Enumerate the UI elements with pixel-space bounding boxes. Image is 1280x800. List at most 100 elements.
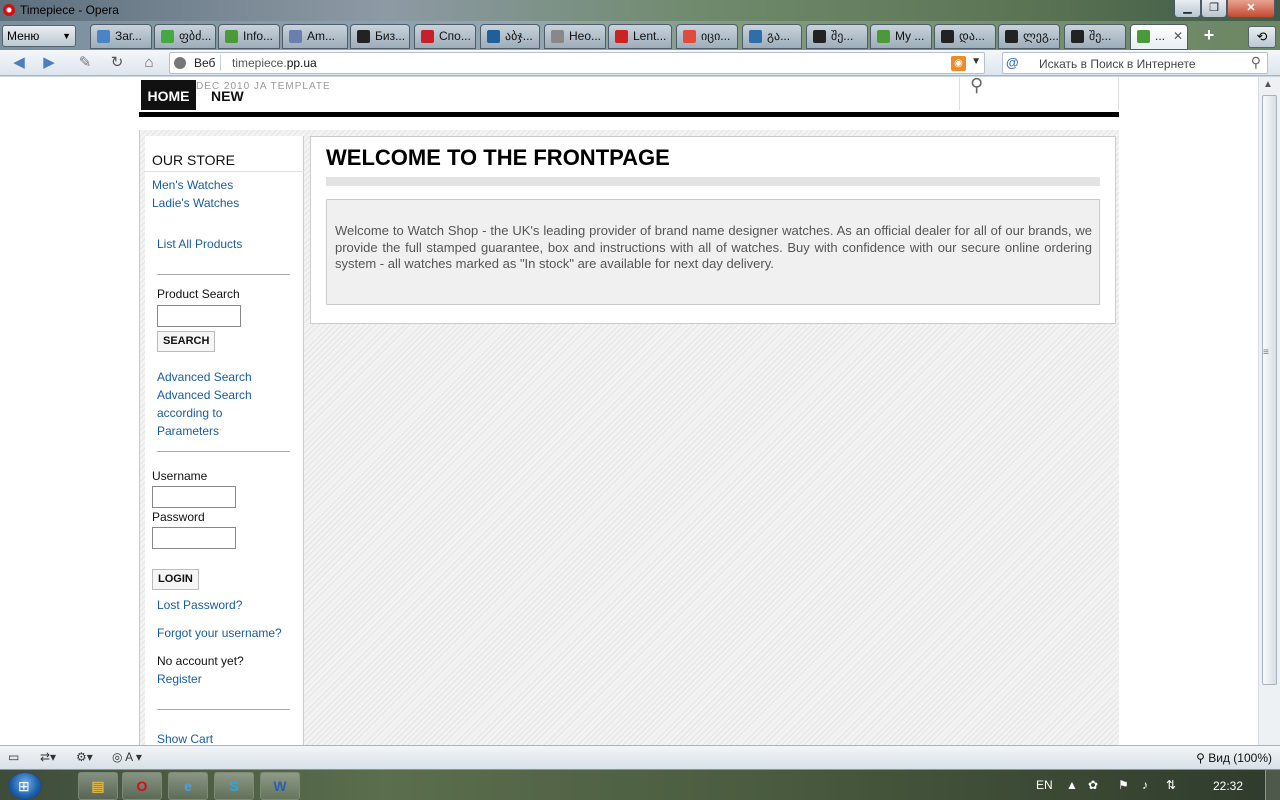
close-tab-icon[interactable]: ✕ <box>1173 25 1183 47</box>
rss-icon[interactable]: ◉ <box>951 56 966 71</box>
chevron-down-icon: ▼ <box>62 31 71 41</box>
turbo-icon[interactable]: ◎ A ▾ <box>112 750 142 764</box>
site-search-icon[interactable]: ⚲ <box>970 77 983 96</box>
login-button[interactable]: LOGIN <box>152 569 199 590</box>
browser-tab[interactable]: Lent... <box>608 24 672 49</box>
browser-tab[interactable]: Спо... <box>414 24 476 49</box>
tray-expand-icon[interactable]: ▲ <box>1066 778 1078 792</box>
link-list-all-products[interactable]: List All Products <box>157 237 242 251</box>
link-forgot-username[interactable]: Forgot your username? <box>157 626 282 640</box>
browser-tab[interactable]: Нео... <box>544 24 606 49</box>
browser-tab[interactable]: Info... <box>218 24 280 49</box>
link-advanced-search[interactable]: Advanced Search <box>157 370 252 384</box>
show-desktop-button[interactable] <box>1265 770 1280 800</box>
close-window-button[interactable]: ✕ <box>1227 0 1275 18</box>
minimize-button[interactable]: ▁ <box>1174 0 1201 18</box>
start-button[interactable]: ⊞ <box>8 772 42 800</box>
nav-home[interactable]: HOME <box>141 80 196 110</box>
address-bar[interactable]: Веб timepiece.pp.ua ◉ ▼ <box>169 52 985 74</box>
sidebar: OUR STORE Men's Watches Ladie's Watches … <box>145 136 304 745</box>
edit-icon[interactable]: ✎ <box>74 53 96 73</box>
username-input[interactable] <box>152 486 236 508</box>
maximize-button[interactable]: ❐ <box>1201 0 1227 18</box>
search-engine-icon[interactable]: @ <box>1006 55 1019 70</box>
tab-label: Нео... <box>569 29 602 43</box>
forward-icon[interactable]: ▶ <box>38 53 60 73</box>
panel-toggle-icon[interactable]: ▭ <box>8 750 19 764</box>
tab-label: My ... <box>895 29 925 43</box>
ie-taskbar-button[interactable]: e <box>168 772 208 800</box>
browser-tab[interactable]: შე... <box>806 24 868 49</box>
browser-tab[interactable]: იცი... <box>676 24 738 49</box>
unite-icon[interactable]: ⚙▾ <box>76 750 93 764</box>
password-input[interactable] <box>152 527 236 549</box>
scroll-up-icon[interactable]: ▲ <box>1263 79 1273 90</box>
word-taskbar-button[interactable]: W <box>260 772 300 800</box>
address-toolbar: ◀ ▶ ✎ ↻ ⌂ Веб timepiece.pp.ua ◉ ▼ @ Иска… <box>0 50 1280 76</box>
username-label: Username <box>152 469 208 483</box>
browser-tab[interactable]: შე... <box>1064 24 1126 49</box>
search-icon[interactable]: ⚲ <box>1251 54 1261 71</box>
language-indicator[interactable]: EN <box>1036 778 1053 792</box>
link-advanced-params-1[interactable]: Advanced Search <box>157 388 252 402</box>
browser-tab[interactable]: გა... <box>742 24 802 49</box>
browser-tab[interactable]: ... ✕ <box>1130 24 1188 50</box>
link-register[interactable]: Register <box>157 672 202 686</box>
main-content: WELCOME TO THE FRONTPAGE Welcome to Watc… <box>310 136 1116 324</box>
nav-new[interactable]: NEW <box>211 80 244 110</box>
search-placeholder: Искать в Поиск в Интернете <box>1039 57 1196 71</box>
vertical-scrollbar[interactable]: ▲ ≡ <box>1258 77 1280 745</box>
google-icon <box>683 30 696 43</box>
opera-taskbar-button[interactable]: O <box>122 772 162 800</box>
link-mens-watches[interactable]: Men's Watches <box>152 178 233 192</box>
browser-tab[interactable]: Биз... <box>350 24 410 49</box>
network-icon[interactable]: ⇅ <box>1166 778 1176 792</box>
browser-tab[interactable]: ლეგ... <box>998 24 1060 49</box>
page-viewport: DEC 2010 JA TEMPLATE HOME NEW ⚲ OUR STOR… <box>0 77 1258 745</box>
browser-tab[interactable]: Заг... <box>90 24 152 49</box>
product-search-input[interactable] <box>157 305 241 327</box>
tab-label: Спо... <box>439 29 471 43</box>
browser-tab[interactable]: ფბძ... <box>154 24 216 49</box>
lenta-icon <box>615 30 628 43</box>
chevron-down-icon[interactable]: ▼ <box>971 56 981 67</box>
scrollbar-thumb[interactable] <box>1262 95 1277 685</box>
action-center-icon[interactable]: ⚑ <box>1118 778 1129 792</box>
wordpress-icon <box>813 30 826 43</box>
volume-icon[interactable]: ♪ <box>1142 778 1148 792</box>
windows-logo-icon: ⊞ <box>18 778 30 794</box>
explorer-taskbar-button[interactable]: ▤ <box>78 772 118 800</box>
taskbar-clock[interactable]: 22:32 <box>1213 779 1243 793</box>
tab-label: შე... <box>831 29 854 43</box>
browser-tab[interactable]: და... <box>934 24 996 49</box>
skype-taskbar-button[interactable]: S <box>214 772 254 800</box>
opera-logo-icon <box>3 4 15 16</box>
new-tab-button[interactable]: + <box>1196 26 1222 46</box>
g-icon <box>161 30 174 43</box>
reload-icon[interactable]: ↻ <box>106 53 128 73</box>
opera-menu-button[interactable]: Меню ▼ <box>2 25 76 47</box>
site-header: DEC 2010 JA TEMPLATE HOME NEW ⚲ <box>139 77 1119 117</box>
tray-app-icon[interactable]: ✿ <box>1088 778 1098 792</box>
tab-label: ლეგ... <box>1023 29 1059 43</box>
link-ladies-watches[interactable]: Ladie's Watches <box>152 196 239 210</box>
link-advanced-params-2[interactable]: according to <box>157 406 222 420</box>
link-show-cart[interactable]: Show Cart <box>157 732 213 745</box>
browser-tab[interactable]: აბჯ... <box>480 24 540 49</box>
tab-label: Lent... <box>633 29 667 43</box>
browser-tab[interactable]: My ... <box>870 24 932 49</box>
zoom-level[interactable]: ⚲ Вид (100%) <box>1196 751 1272 765</box>
download-icon <box>97 30 110 43</box>
search-button[interactable]: SEARCH <box>157 331 216 352</box>
link-advanced-params-3[interactable]: Parameters <box>157 424 219 438</box>
home-icon[interactable]: ⌂ <box>138 53 160 73</box>
address-url[interactable]: timepiece.pp.ua <box>232 56 317 70</box>
header-divider <box>139 112 1119 117</box>
closed-tabs-button[interactable]: ⟲ <box>1248 26 1276 48</box>
news-icon <box>421 30 434 43</box>
speeddial-icon[interactable]: ⇄▾ <box>40 750 56 764</box>
back-icon[interactable]: ◀ <box>8 53 30 73</box>
browser-search-field[interactable]: @ Искать в Поиск в Интернете ⚲ <box>1002 52 1268 74</box>
browser-tab[interactable]: Am... <box>282 24 348 49</box>
link-lost-password[interactable]: Lost Password? <box>157 598 242 612</box>
